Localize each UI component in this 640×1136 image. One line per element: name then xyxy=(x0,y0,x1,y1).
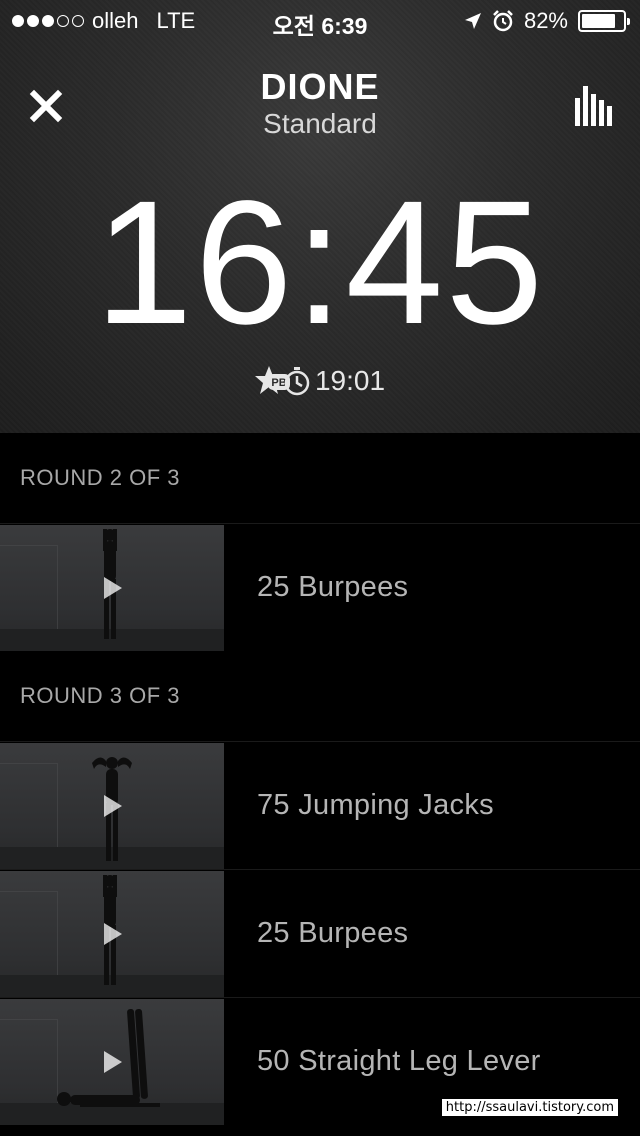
stats-button[interactable] xyxy=(574,84,614,126)
exercise-list: ROUND 2 OF 3 25 Burpees ROUND 3 OF 3 75 Jum… xyxy=(0,433,640,1125)
personal-best-icon: PB xyxy=(254,366,310,396)
location-arrow-icon xyxy=(464,13,481,29)
play-icon xyxy=(104,576,122,599)
exercise-label: 25 Burpees xyxy=(257,571,409,603)
bar-chart-icon xyxy=(575,86,612,126)
battery-percent: 82% xyxy=(523,8,568,33)
status-bar: olleh LTE 오전 6:39 82% xyxy=(0,0,640,40)
exercise-label: 75 Jumping Jacks xyxy=(257,789,494,821)
round-header: ROUND 3 OF 3 xyxy=(20,683,181,708)
svg-text:PB: PB xyxy=(271,377,286,389)
exercise-row[interactable]: 75 Jumping Jacks xyxy=(0,741,640,869)
exercise-label: 25 Burpees xyxy=(257,917,409,949)
exercise-row[interactable]: 25 Burpees xyxy=(0,869,640,997)
play-icon xyxy=(104,922,122,945)
exercise-label: 50 Straight Leg Lever xyxy=(257,1045,541,1077)
workout-title: DIONE xyxy=(260,66,380,107)
exercise-thumbnail[interactable] xyxy=(0,870,224,997)
battery-icon xyxy=(578,10,630,32)
round-header: ROUND 2 OF 3 xyxy=(20,465,181,490)
elapsed-timer: 16:45 xyxy=(94,165,546,361)
alarm-clock-icon xyxy=(493,10,513,32)
exercise-row[interactable]: 25 Burpees xyxy=(0,523,640,651)
personal-best-time: 19:01 xyxy=(314,365,386,396)
exercise-thumbnail[interactable] xyxy=(0,742,224,869)
exercise-thumbnail[interactable] xyxy=(0,524,224,651)
watermark: http://ssaulavi.tistory.com xyxy=(441,1099,618,1116)
exercise-thumbnail[interactable] xyxy=(0,998,224,1125)
play-icon xyxy=(104,794,122,817)
play-icon xyxy=(104,1050,122,1073)
workout-variant: Standard xyxy=(263,108,377,139)
personal-best: PB 19:01 xyxy=(0,364,640,398)
